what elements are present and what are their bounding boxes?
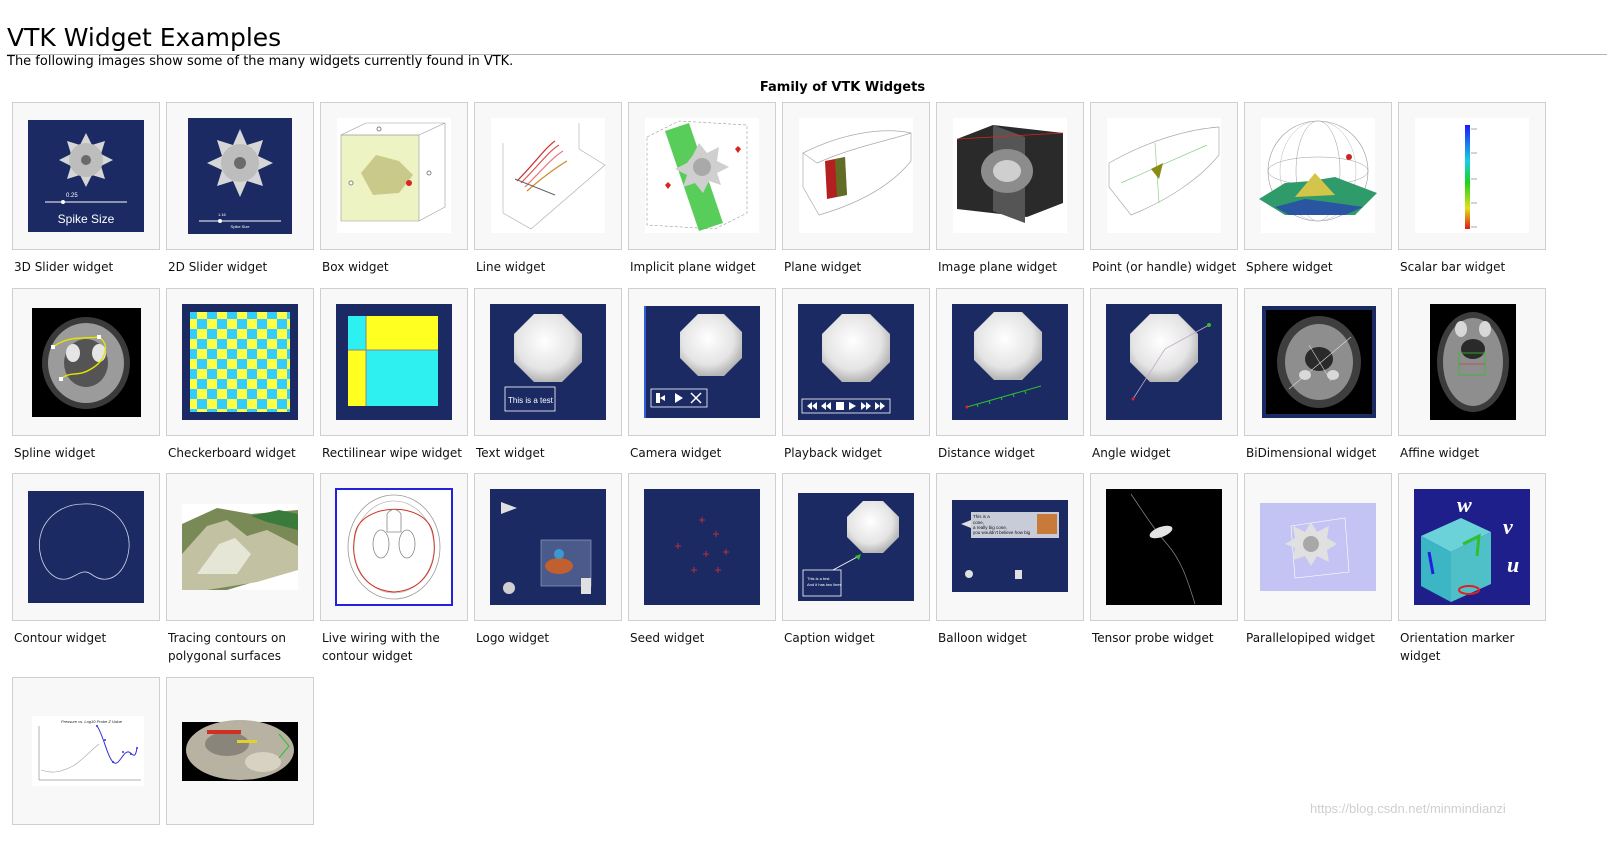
item-label: Angle widget	[1092, 446, 1171, 460]
item-label: Checkerboard widget	[168, 446, 296, 460]
item-label: Scalar bar widget	[1400, 260, 1506, 274]
thumbnail-plane[interactable]	[782, 102, 930, 250]
thumbnail-caption[interactable]: This is a test And it has two lines	[782, 473, 930, 621]
watermark-text: https://blog.csdn.net/minmindianzi	[1310, 801, 1506, 816]
thumbnail-sphere[interactable]	[1244, 102, 1392, 250]
thumbnail-balloon[interactable]: This is a cone, a really big cone, you w…	[936, 473, 1084, 621]
svg-text:u: u	[1507, 552, 1519, 577]
item-label: Plane widget	[784, 260, 862, 274]
thumbnail-live-wiring[interactable]	[320, 473, 468, 621]
thumbnail-sphere-texture[interactable]	[166, 677, 314, 825]
page-title: VTK Widget Examples	[7, 22, 1607, 55]
thumbnail-contour[interactable]	[12, 473, 160, 621]
thumbnail-affine[interactable]	[1398, 288, 1546, 436]
thumbnail-parallelopiped[interactable]	[1244, 473, 1392, 621]
thumbnail-logo[interactable]	[474, 473, 622, 621]
item-label: Parallelopiped widget	[1246, 631, 1375, 645]
svg-text:1.16: 1.16	[218, 212, 227, 217]
item-label: Image plane widget	[938, 260, 1057, 274]
gallery-caption: Family of VTK Widgets	[759, 80, 926, 95]
item-label: Box widget	[322, 260, 389, 274]
thumbnail-tensor-probe[interactable]	[1090, 473, 1238, 621]
item-label: 2D Slider widget	[168, 260, 268, 274]
thumbnail-text[interactable]: This is a test	[474, 288, 622, 436]
item-label: Orientation marker widget	[1400, 631, 1515, 663]
thumbnail-box[interactable]	[320, 102, 468, 250]
svg-text:0.25: 0.25	[66, 193, 78, 199]
thumbnail-3d-slider[interactable]: 0.25 Spike Size	[12, 102, 160, 250]
svg-text:v: v	[1503, 514, 1513, 539]
item-label: Rectilinear wipe widget	[322, 446, 463, 460]
svg-text:This is a: This is a	[973, 514, 990, 519]
thumbnail-point-handle[interactable]	[1090, 102, 1238, 250]
item-label: Line widget	[476, 260, 546, 274]
thumbnail-spline[interactable]	[12, 288, 160, 436]
item-label: 3D Slider widget	[14, 260, 114, 274]
item-label: Distance widget	[938, 446, 1035, 460]
thumbnail-2d-slider[interactable]: 1.16 Spike Size	[166, 102, 314, 250]
svg-text:you wouldn't believe how big: you wouldn't believe how big	[973, 530, 1031, 535]
thumbnail-tracing-contours[interactable]	[166, 473, 314, 621]
item-label: Point (or handle) widget	[1092, 260, 1237, 274]
thumbnail-orientation-marker[interactable]: w v u	[1398, 473, 1546, 621]
thumbnail-playback[interactable]	[782, 288, 930, 436]
item-label: Text widget	[476, 446, 545, 460]
svg-text:This is a test: This is a test	[807, 576, 830, 581]
item-label: Balloon widget	[938, 631, 1027, 645]
thumbnail-distance[interactable]	[936, 288, 1084, 436]
item-label: Playback widget	[784, 446, 882, 460]
thumbnail-implicit-plane[interactable]	[628, 102, 776, 250]
thumbnail-image-plane[interactable]	[936, 102, 1084, 250]
thumbnail-checkerboard[interactable]	[166, 288, 314, 436]
item-label: Tracing contours on polygonal surfaces	[168, 631, 286, 663]
item-label: Spline widget	[14, 446, 96, 460]
svg-text:Spike Size: Spike Size	[58, 212, 115, 226]
item-label: Live wiring with the contour widget	[322, 631, 440, 663]
item-label: BiDimensional widget	[1246, 446, 1377, 460]
item-label: Implicit plane widget	[630, 260, 756, 274]
item-label: Affine widget	[1400, 446, 1480, 460]
item-label: Caption widget	[784, 631, 875, 645]
thumbnail-seed[interactable]	[628, 473, 776, 621]
svg-text:Spike Size: Spike Size	[231, 224, 251, 229]
thumbnail-line[interactable]	[474, 102, 622, 250]
svg-text:And it has two lines: And it has two lines	[807, 582, 841, 587]
item-label: Logo widget	[476, 631, 550, 645]
thumbnail-scalar-bar[interactable]	[1398, 102, 1546, 250]
svg-text:This is a test: This is a test	[508, 396, 554, 405]
item-label: Contour widget	[14, 631, 107, 645]
thumbnail-camera[interactable]	[628, 288, 776, 436]
thumbnail-rectilinear-wipe[interactable]	[320, 288, 468, 436]
thumbnail-bidimensional[interactable]	[1244, 288, 1392, 436]
thumbnail-angle[interactable]	[1090, 288, 1238, 436]
intro-text: The following images show some of the ma…	[7, 54, 514, 69]
item-label: Camera widget	[630, 446, 722, 460]
item-label: Sphere widget	[1246, 260, 1333, 274]
thumbnail-xy-plot[interactable]: Pressure vs. Log10 Probe Z Value	[12, 677, 160, 825]
svg-text:Pressure vs. Log10 Probe Z Val: Pressure vs. Log10 Probe Z Value	[61, 719, 123, 724]
svg-text:w: w	[1457, 492, 1472, 517]
item-label: Tensor probe widget	[1092, 631, 1214, 645]
item-label: Seed widget	[630, 631, 705, 645]
